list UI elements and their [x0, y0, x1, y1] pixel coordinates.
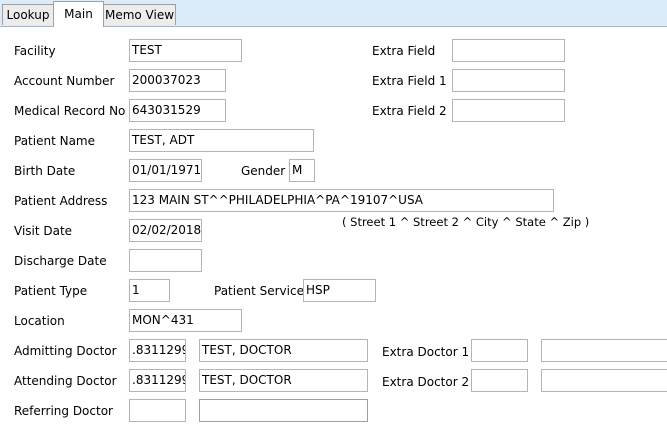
birth-date-field[interactable]: 01/01/1971 — [129, 159, 202, 182]
main-tab-panel: Facility TEST Account Number 200037023 M… — [0, 27, 667, 433]
referring-doctor-label: Referring Doctor — [14, 404, 113, 418]
account-number-field[interactable]: 200037023 — [129, 69, 226, 92]
referring-doctor-id-field[interactable] — [129, 399, 186, 422]
attending-doctor-label: Attending Doctor — [14, 374, 117, 388]
extra-doctor-2-id-field[interactable] — [471, 369, 528, 392]
facility-label: Facility — [14, 44, 56, 58]
extra-doctor-1-name-field[interactable] — [541, 339, 667, 362]
extra-doctor-2-label: Extra Doctor 2 — [382, 375, 470, 389]
patient-address-field[interactable]: 123 MAIN ST^^PHILADELPHIA^PA^19107^USA — [129, 189, 554, 212]
extra-field-label: Extra Field — [372, 44, 436, 58]
birth-date-label: Birth Date — [14, 164, 76, 178]
attending-doctor-id-field[interactable]: .83112998 — [129, 369, 186, 392]
patient-type-field[interactable]: 1 — [129, 279, 170, 302]
admitting-doctor-id-field[interactable]: .83112998 — [129, 339, 186, 362]
account-number-label: Account Number — [14, 74, 115, 88]
tab-lookup[interactable]: Lookup — [2, 4, 54, 25]
discharge-date-label: Discharge Date — [14, 254, 107, 268]
patient-name-field[interactable]: TEST, ADT — [129, 129, 314, 152]
location-field[interactable]: MON^431 — [129, 309, 242, 332]
tab-strip: Lookup Main Memo View — [0, 0, 667, 27]
patient-name-label: Patient Name — [14, 134, 95, 148]
admitting-doctor-label: Admitting Doctor — [14, 344, 117, 358]
extra-doctor-1-label: Extra Doctor 1 — [382, 345, 470, 359]
visit-date-field[interactable]: 02/02/2018 — [129, 219, 202, 242]
tab-memo-view[interactable]: Memo View — [103, 4, 176, 25]
extra-field-1-input[interactable] — [452, 69, 565, 92]
patient-type-label: Patient Type — [14, 284, 88, 298]
patient-service-label: Patient Service — [214, 284, 304, 298]
gender-field[interactable]: M — [289, 159, 315, 182]
medical-record-no-field[interactable]: 643031529 — [129, 99, 226, 122]
extra-field-2-input[interactable] — [452, 99, 565, 122]
gender-label: Gender — [241, 164, 286, 178]
extra-field-input[interactable] — [452, 39, 565, 62]
facility-field[interactable]: TEST — [129, 39, 242, 62]
visit-date-label: Visit Date — [14, 224, 73, 238]
patient-service-field[interactable]: HSP — [303, 279, 376, 302]
extra-doctor-1-id-field[interactable] — [471, 339, 528, 362]
discharge-date-field[interactable] — [129, 249, 202, 272]
medical-record-no-label: Medical Record No — [14, 104, 126, 118]
patient-address-label: Patient Address — [14, 194, 108, 208]
extra-doctor-2-name-field[interactable] — [541, 369, 667, 392]
admitting-doctor-name-field[interactable]: TEST, DOCTOR — [199, 339, 368, 362]
extra-field-1-label: Extra Field 1 — [372, 74, 447, 88]
address-format-hint: ( Street 1 ^ Street 2 ^ City ^ State ^ Z… — [342, 215, 590, 229]
attending-doctor-name-field[interactable]: TEST, DOCTOR — [199, 369, 368, 392]
extra-field-2-label: Extra Field 2 — [372, 104, 447, 118]
location-label: Location — [14, 314, 65, 328]
referring-doctor-name-field[interactable] — [199, 399, 368, 422]
tab-main[interactable]: Main — [53, 1, 104, 27]
